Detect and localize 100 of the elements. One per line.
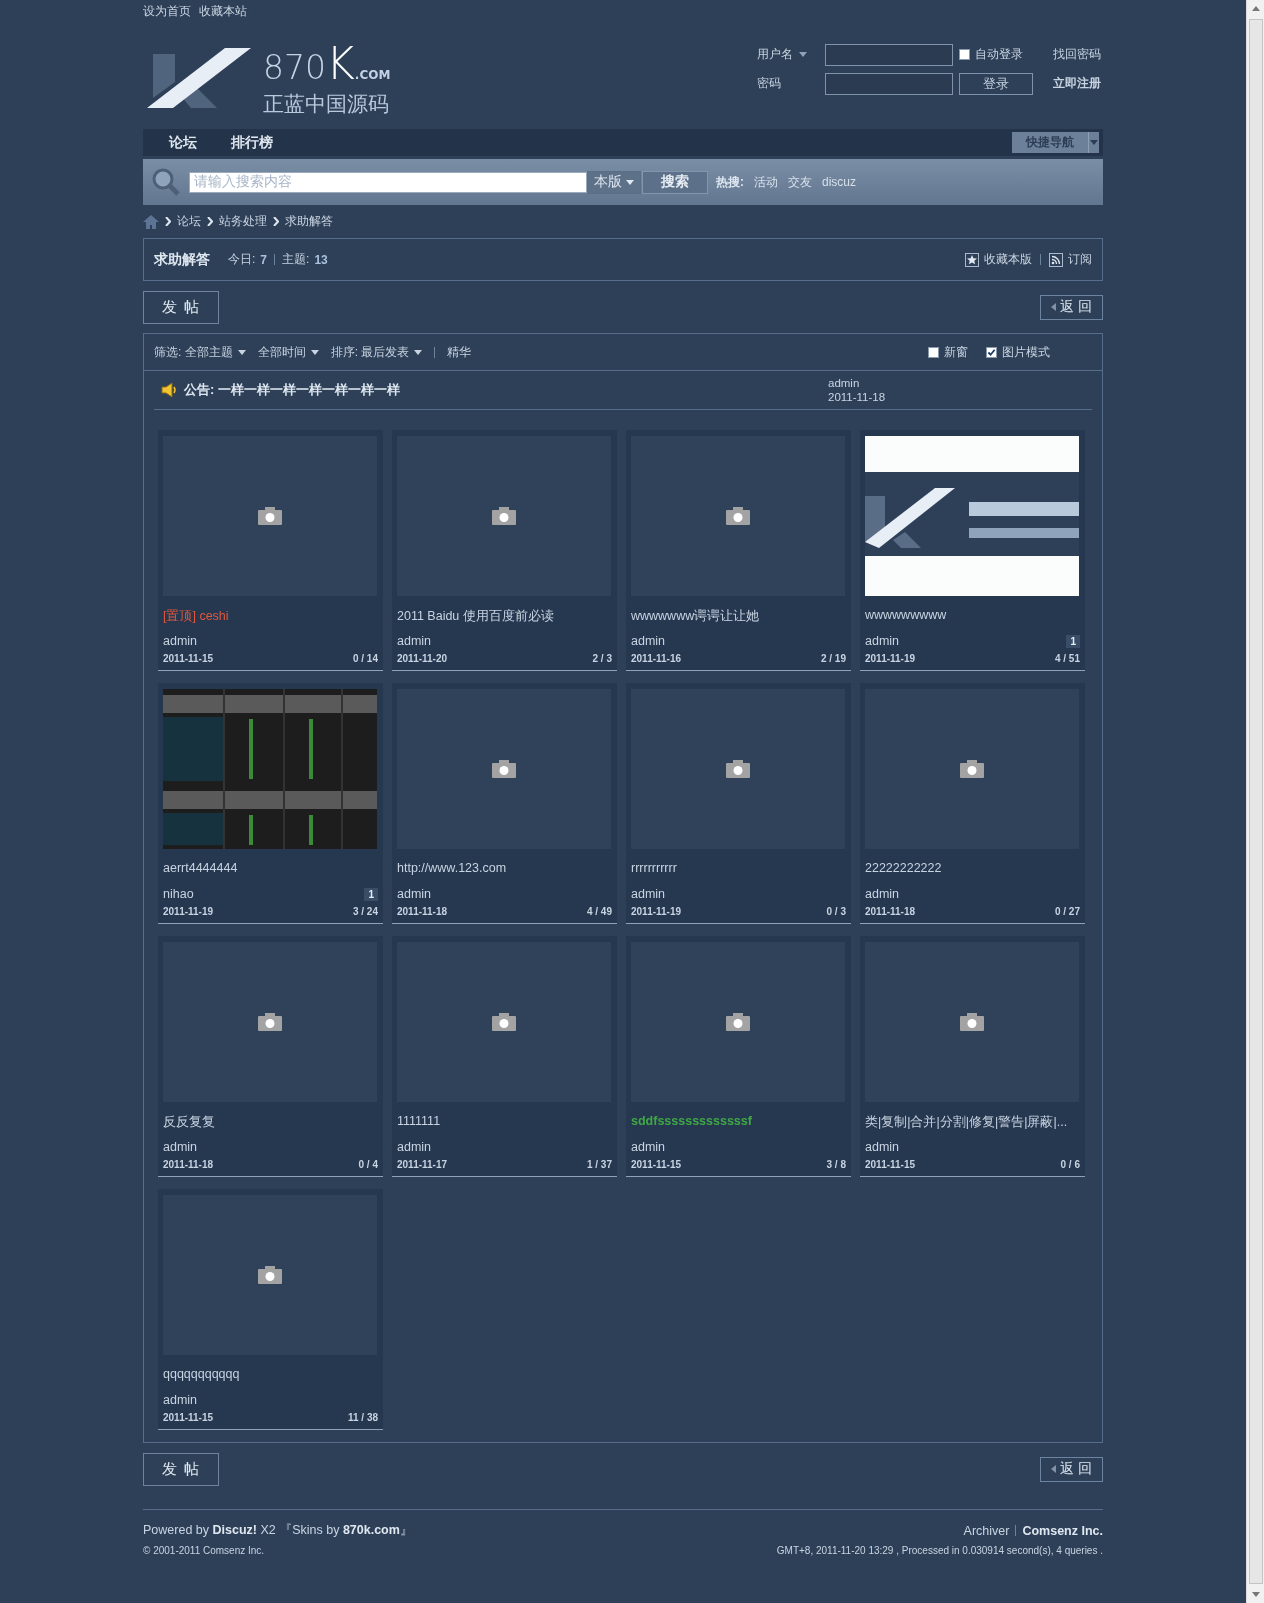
favorite-link[interactable]: 收藏本版 — [965, 251, 1032, 268]
breadcrumb-link[interactable]: 求助解答 — [285, 213, 333, 230]
thread-title[interactable]: 类|复制|合并|分割|修复|警告|屏蔽|... — [865, 1114, 1080, 1132]
reply-view-count: 0 / 4 — [358, 1159, 378, 1170]
thread-card[interactable]: 1111111 admin 2011-11-17 1 / 37 — [392, 936, 617, 1177]
login-button[interactable]: 登录 — [959, 72, 1033, 95]
thread-card[interactable]: rrrrrrrrrrr admin 2011-11-19 0 / 3 — [626, 683, 851, 924]
caret-icon — [310, 349, 319, 355]
footer-link[interactable]: Discuz! — [212, 1523, 257, 1537]
author-link[interactable]: admin — [631, 887, 666, 901]
back-button[interactable]: 返 回 — [1040, 294, 1103, 320]
back-button[interactable]: 返 回 — [1040, 1456, 1103, 1482]
password-label: 密码 — [757, 75, 781, 92]
author-link[interactable]: admin — [631, 634, 666, 648]
announcement-date: 2011-11-18 — [828, 390, 887, 404]
thread-card[interactable]: sddfsssssssssssssf admin 2011-11-15 3 / 8 — [626, 936, 851, 1177]
register-link[interactable]: 立即注册 — [1053, 75, 1101, 92]
breadcrumb-link[interactable]: 站务处理 — [219, 213, 267, 230]
search-button[interactable]: 搜索 — [642, 170, 708, 194]
camera-icon — [258, 1266, 282, 1284]
reply-view-count: 0 / 27 — [1054, 906, 1080, 917]
thread-title[interactable]: qqqqqqqqqqq — [163, 1367, 378, 1385]
thread-title[interactable]: 2011 Baidu 使用百度前必读 — [397, 608, 612, 626]
chevron-icon — [207, 217, 213, 226]
nav-link[interactable]: 论坛 — [165, 133, 201, 152]
post-date: 2011-11-20 — [397, 653, 448, 664]
camera-icon — [960, 1013, 984, 1031]
k-logo-icon — [147, 46, 253, 110]
forgot-password-link[interactable]: 找回密码 — [1053, 46, 1101, 63]
announcement-title[interactable]: 公告: 一样一样一样一样一样一样一样 — [184, 381, 400, 399]
chevron-icon — [165, 217, 171, 226]
footer-link[interactable]: 870k.com — [342, 1523, 400, 1537]
home-icon[interactable] — [143, 214, 159, 229]
author-link[interactable]: admin — [397, 887, 432, 901]
thread-card[interactable]: 22222222222 admin 2011-11-18 0 / 27 — [860, 683, 1085, 924]
filter-dropdown[interactable]: 筛选: 全部主题 — [154, 343, 246, 361]
post-button[interactable]: 发 帖 — [143, 290, 219, 324]
thread-card[interactable]: qqqqqqqqqqq admin 2011-11-15 11 / 38 — [158, 1189, 383, 1430]
post-button[interactable]: 发 帖 — [143, 1452, 219, 1486]
top-link[interactable]: 设为首页 — [143, 3, 191, 21]
company-link[interactable]: Comsenz Inc. — [1022, 1523, 1103, 1538]
filter-dropdown[interactable]: 排序: 最后发表 — [330, 343, 423, 361]
author-link[interactable]: admin — [631, 1140, 666, 1154]
scrollbar[interactable] — [1246, 0, 1264, 1603]
thread-card[interactable]: wwwwwwwww admin 1 2011-11-19 4 / 51 — [860, 430, 1085, 671]
camera-icon — [960, 760, 984, 778]
post-date: 2011-11-15 — [631, 1159, 682, 1170]
author-link[interactable]: admin — [865, 1140, 900, 1154]
thread-title[interactable]: 1111111 — [397, 1114, 612, 1132]
thread-title[interactable]: aerrt4444444 — [163, 861, 378, 879]
username-field[interactable] — [825, 43, 953, 66]
star-icon — [965, 252, 979, 267]
post-date: 2011-11-16 — [631, 653, 682, 664]
caret-icon — [237, 349, 246, 355]
author-link[interactable]: admin — [865, 634, 900, 648]
camera-icon — [258, 507, 282, 525]
breadcrumb-link[interactable]: 论坛 — [177, 213, 201, 230]
author-link[interactable]: admin — [163, 1393, 198, 1407]
author-link[interactable]: admin — [865, 887, 900, 901]
reply-view-count: 3 / 8 — [826, 1159, 846, 1170]
password-field[interactable] — [825, 72, 953, 95]
post-date: 2011-11-15 — [163, 1412, 214, 1423]
checkbox[interactable] — [928, 346, 939, 358]
checkbox[interactable] — [959, 49, 970, 60]
checkbox[interactable] — [986, 346, 997, 358]
author-link[interactable]: admin — [163, 634, 198, 648]
thread-card[interactable]: 反反复复 admin 2011-11-18 0 / 4 — [158, 936, 383, 1177]
archiver-link[interactable]: Archiver — [963, 1523, 1010, 1538]
thread-card[interactable]: 类|复制|合并|分割|修复|警告|屏蔽|... admin 2011-11-15 0 / 6 — [860, 936, 1085, 1177]
thread-card[interactable]: [置顶] ceshi admin 2011-11-15 0 / 14 — [158, 430, 383, 671]
thread-card[interactable]: http://www.123.com admin 2011-11-18 4 / 49 — [392, 683, 617, 924]
filter-dropdown[interactable]: 全部时间 — [257, 343, 319, 361]
username-label: 用户名 — [757, 46, 793, 63]
post-date: 2011-11-19 — [163, 906, 214, 917]
thread-title[interactable]: http://www.123.com — [397, 861, 612, 879]
author-link[interactable]: admin — [397, 1140, 432, 1154]
thread-title[interactable]: wwwwwww谔谔让让她 — [631, 608, 846, 626]
digest-filter-link[interactable]: 精华 — [447, 343, 472, 361]
scope-dropdown[interactable]: 本版 — [587, 170, 641, 194]
top-link[interactable]: 收藏本站 — [199, 3, 247, 21]
nav-link[interactable]: 排行榜 — [227, 133, 277, 152]
thread-title[interactable]: wwwwwwwww — [865, 608, 1080, 626]
server-info-text: GMT+8, 2011-11-20 13:29 , Processed in 0.030914 second(s), 4 queries . — [776, 1545, 1103, 1556]
subscribe-link[interactable]: 订阅 — [1049, 251, 1092, 268]
reply-view-count: 3 / 24 — [352, 906, 378, 917]
author-link[interactable]: admin — [397, 634, 432, 648]
topics-label: 主题: — [282, 251, 310, 268]
thread-card[interactable]: aerrt4444444 nihao 1 2011-11-19 3 / 24 — [158, 683, 383, 924]
thread-card[interactable]: 2011 Baidu 使用百度前必读 admin 2011-11-20 2 / 3 — [392, 430, 617, 671]
post-date: 2011-11-18 — [397, 906, 448, 917]
thread-title[interactable]: sddfsssssssssssssf — [631, 1114, 846, 1132]
count-badge: 1 — [364, 887, 378, 901]
thread-title[interactable]: rrrrrrrrrrr — [631, 861, 846, 879]
thread-title[interactable]: 反反复复 — [163, 1114, 378, 1132]
author-link[interactable]: admin — [163, 1140, 198, 1154]
reply-view-count: 1 / 37 — [586, 1159, 612, 1170]
thread-title[interactable]: 22222222222 — [865, 861, 1080, 879]
thread-card[interactable]: wwwwwww谔谔让让她 admin 2011-11-16 2 / 19 — [626, 430, 851, 671]
post-date: 2011-11-15 — [865, 1159, 916, 1170]
author-link[interactable]: nihao — [163, 887, 194, 901]
